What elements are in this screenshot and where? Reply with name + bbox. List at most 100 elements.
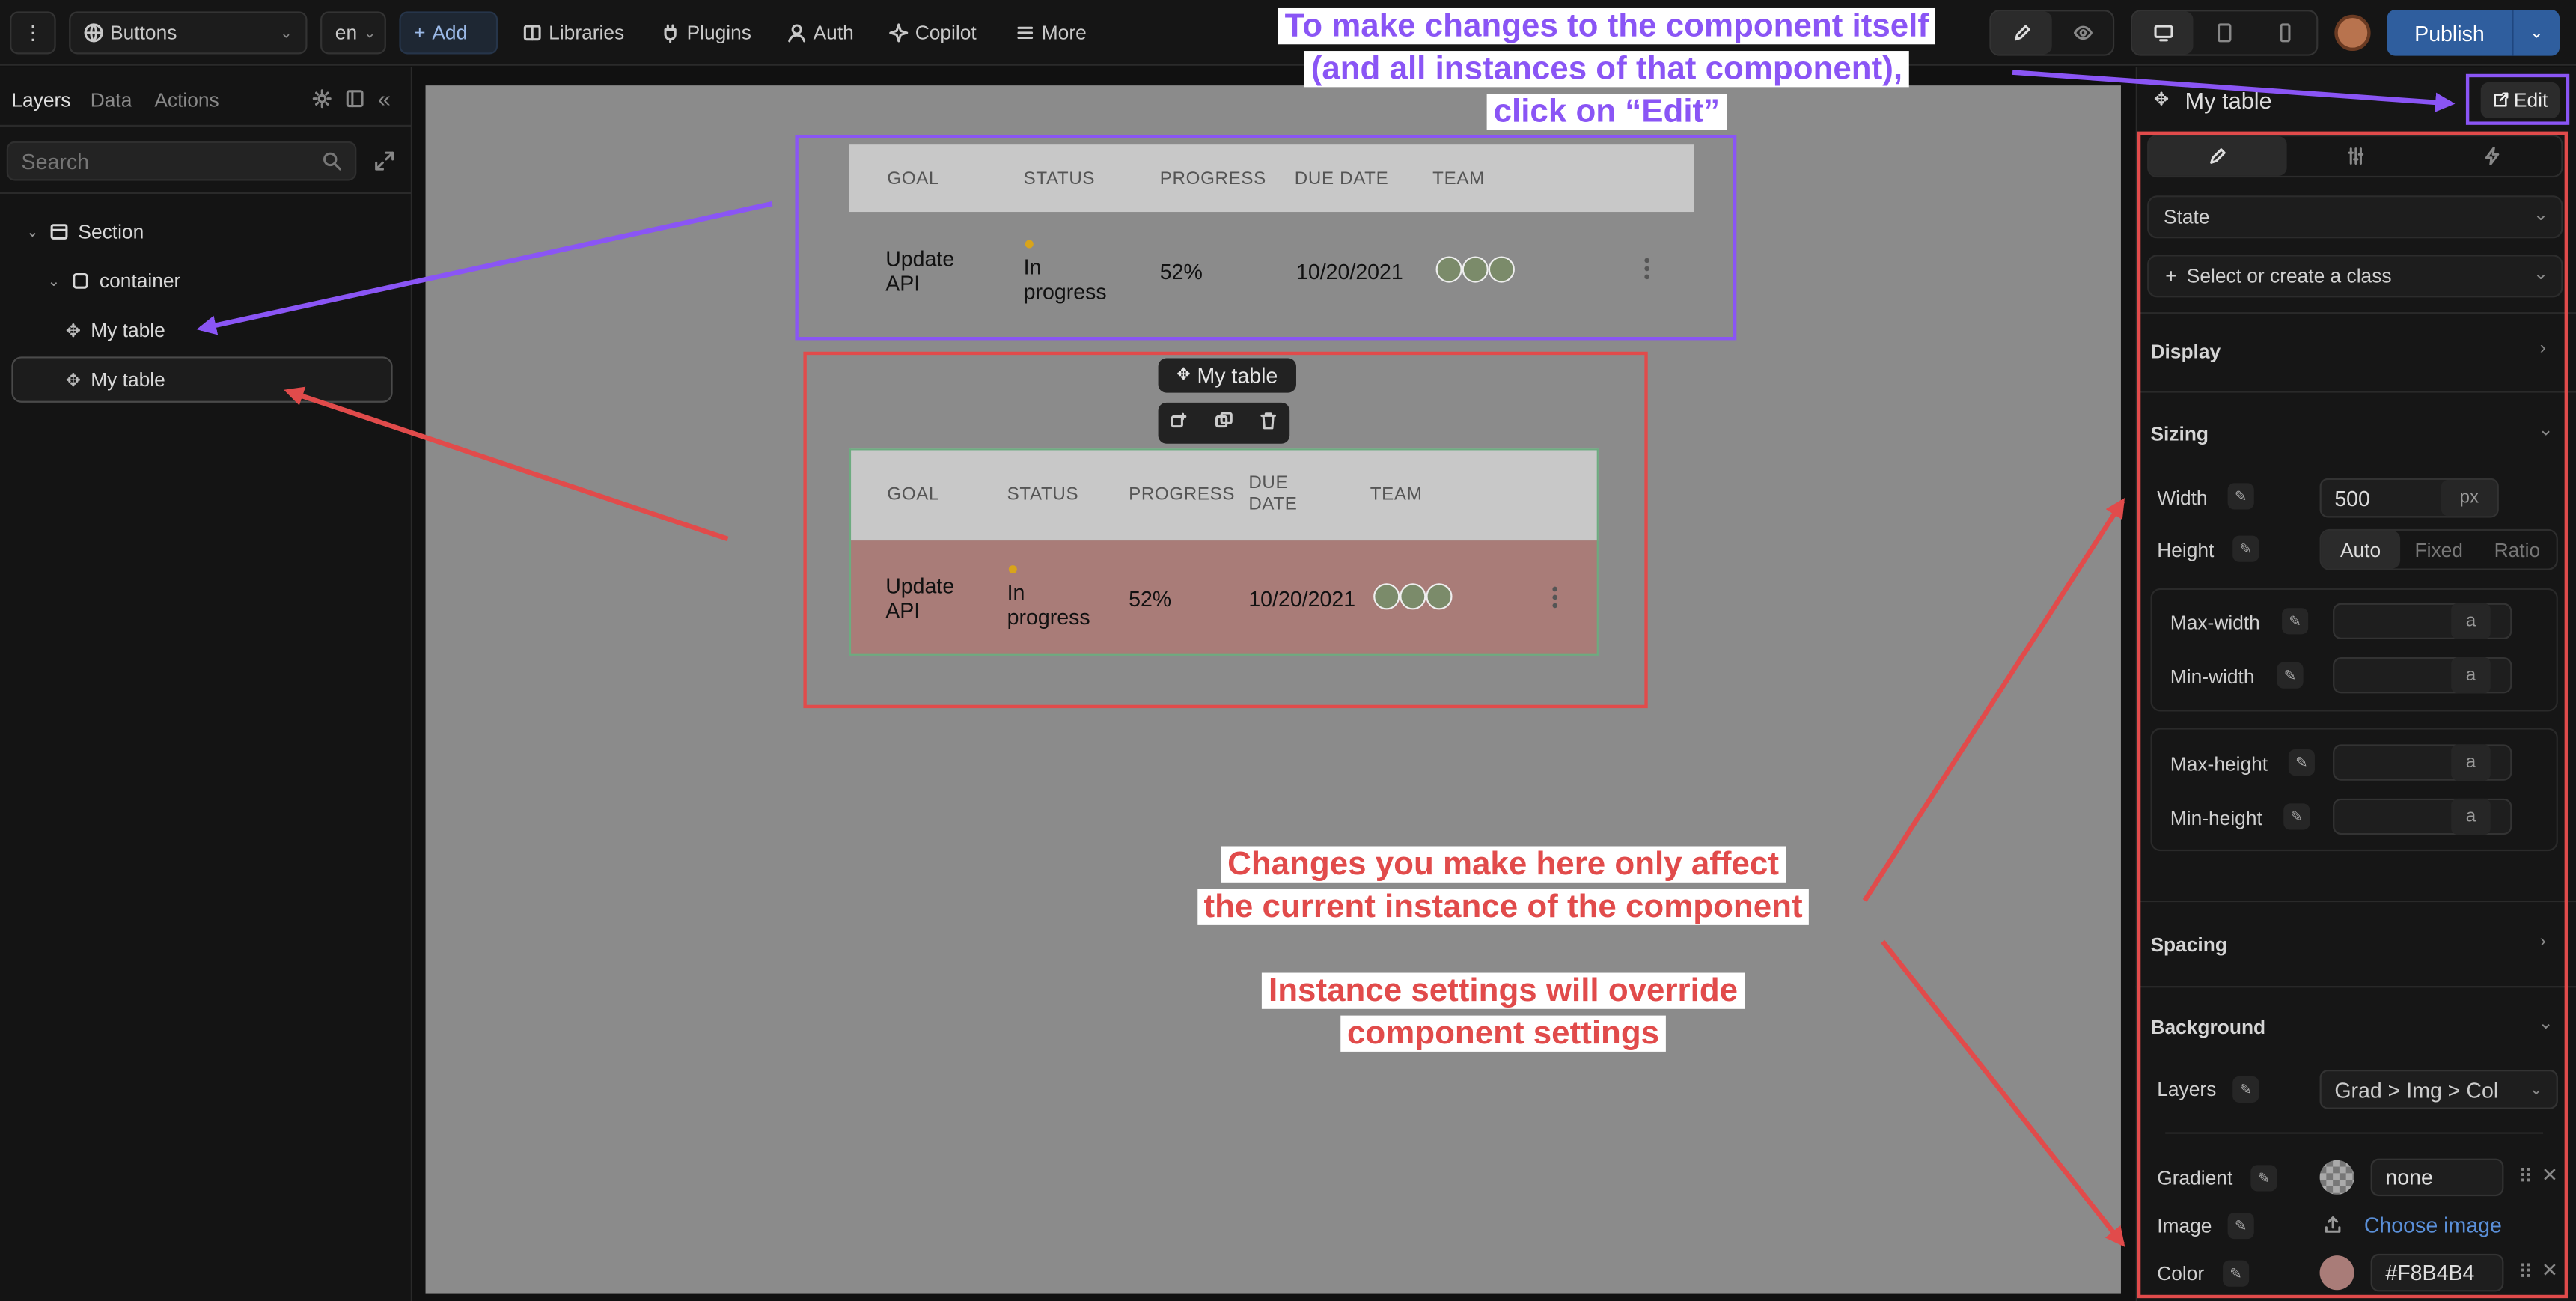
eye-icon bbox=[2072, 25, 2092, 40]
divider bbox=[0, 192, 412, 195]
collapse-panel-icon[interactable]: « bbox=[378, 85, 391, 112]
layer-my-table-component[interactable]: ✥ My table bbox=[66, 312, 165, 348]
auth-button[interactable]: Auth bbox=[787, 11, 854, 54]
tablet-icon bbox=[2217, 23, 2232, 43]
annotation-instance-note: Changes you make here only affect the cu… bbox=[1117, 843, 1890, 928]
tab-layers[interactable]: Layers bbox=[11, 89, 70, 112]
annotation-line: the current instance of the component bbox=[1197, 889, 1810, 925]
copilot-label: Copilot bbox=[915, 21, 977, 45]
language-value: en bbox=[335, 21, 358, 45]
cell-due-date: 10/20/2021 bbox=[1248, 586, 1356, 612]
column-header-status: STATUS bbox=[1007, 484, 1079, 505]
team-avatar bbox=[1426, 583, 1453, 610]
annotation-line: click on “Edit” bbox=[1486, 94, 1727, 130]
annotation-box-edit bbox=[2465, 73, 2570, 125]
libraries-label: Libraries bbox=[549, 21, 625, 45]
team-avatar bbox=[1400, 583, 1426, 610]
chevron-down-icon: ⌄ bbox=[26, 222, 39, 240]
selection-label: ✥ My table bbox=[1158, 358, 1296, 393]
project-select[interactable]: Buttons ⌄ bbox=[69, 11, 308, 55]
layer-container[interactable]: ⌄ container bbox=[48, 263, 181, 299]
auth-label: Auth bbox=[813, 21, 854, 45]
divider bbox=[0, 124, 412, 127]
publish-button[interactable]: Publish ⌄ bbox=[2387, 10, 2560, 56]
column-header-team: TEAM bbox=[1370, 484, 1423, 505]
column-header-goal: GOAL bbox=[887, 484, 940, 505]
duplicate-icon[interactable] bbox=[1214, 411, 1233, 436]
user-icon bbox=[788, 24, 806, 43]
cell-status: In progress bbox=[1007, 579, 1090, 630]
gear-icon[interactable] bbox=[312, 89, 332, 114]
annotation-line: Instance settings will override bbox=[1262, 972, 1745, 1009]
desktop-breakpoint-button[interactable] bbox=[2132, 11, 2194, 55]
trash-icon[interactable] bbox=[1258, 411, 1278, 436]
tab-actions[interactable]: Actions bbox=[154, 89, 219, 112]
desktop-icon bbox=[2153, 25, 2173, 42]
team-avatar bbox=[1373, 583, 1400, 610]
component-icon: ✥ bbox=[65, 321, 82, 341]
annotation-box-instance-settings bbox=[2137, 131, 2569, 1299]
add-button[interactable]: + Add bbox=[399, 11, 498, 55]
add-label: Add bbox=[432, 21, 468, 45]
libraries-button[interactable]: Libraries bbox=[522, 11, 624, 54]
more-label: More bbox=[1041, 21, 1087, 45]
plug-icon bbox=[664, 24, 677, 43]
selection-label-text: My table bbox=[1197, 363, 1278, 389]
panel-layout-icon[interactable] bbox=[345, 89, 364, 114]
globe-icon bbox=[84, 23, 103, 43]
layer-label: Section bbox=[78, 220, 144, 243]
column-header-due: DUE bbox=[1248, 473, 1289, 493]
language-select[interactable]: en ⌄ bbox=[320, 11, 386, 55]
annotation-override-note: Instance settings will override componen… bbox=[1117, 969, 1890, 1055]
chevron-down-icon: ⌄ bbox=[280, 23, 293, 40]
layer-label: My table bbox=[91, 318, 165, 342]
annotation-line: Changes you make here only affect bbox=[1221, 846, 1786, 883]
preview-mode-button[interactable] bbox=[2052, 11, 2113, 54]
annotation-edit-note: To make changes to the component itself … bbox=[1229, 5, 1985, 133]
cell-progress: 52% bbox=[1129, 586, 1172, 612]
publish-label: Publish bbox=[2414, 20, 2485, 46]
main-menu-button[interactable]: ⋮ bbox=[10, 11, 56, 55]
layers-search[interactable] bbox=[6, 141, 357, 181]
plugins-button[interactable]: Plugins bbox=[660, 11, 751, 54]
chevron-down-icon: ⌄ bbox=[47, 272, 61, 289]
detach-icon[interactable] bbox=[1171, 411, 1190, 436]
component-icon: ✥ bbox=[2153, 90, 2170, 111]
layer-my-table-instance[interactable]: ✥ My table bbox=[66, 362, 165, 397]
kebab-icon: ⋮ bbox=[22, 21, 43, 45]
mobile-breakpoint-button[interactable] bbox=[2255, 11, 2316, 54]
mode-toggle bbox=[1989, 10, 2115, 56]
row-menu-icon[interactable] bbox=[1552, 586, 1559, 612]
selection-toolbar bbox=[1158, 402, 1290, 444]
sparkle-icon bbox=[889, 23, 909, 43]
plus-icon: + bbox=[414, 21, 426, 45]
expand-icon[interactable] bbox=[374, 151, 394, 176]
component-icon: ✥ bbox=[65, 371, 82, 391]
cell-goal: Update API bbox=[885, 573, 955, 623]
panel-title: My table bbox=[2185, 87, 2272, 114]
container-icon bbox=[72, 273, 88, 289]
left-panel: Layers Data Actions « ⌄ Section ⌄ contai… bbox=[0, 67, 412, 1301]
annotation-line: component settings bbox=[1340, 1015, 1666, 1052]
more-button[interactable]: More bbox=[1016, 11, 1087, 54]
layer-section[interactable]: ⌄ Section bbox=[26, 213, 144, 249]
copilot-button[interactable]: Copilot bbox=[889, 11, 977, 54]
breakpoint-toggle bbox=[2131, 10, 2319, 56]
pencil-icon bbox=[2013, 25, 2030, 41]
book-icon bbox=[523, 25, 541, 41]
project-name: Buttons bbox=[110, 21, 177, 45]
tab-data[interactable]: Data bbox=[91, 89, 132, 112]
annotation-line: To make changes to the component itself bbox=[1278, 7, 1935, 44]
chevron-down-icon: ⌄ bbox=[363, 23, 376, 40]
status-dot bbox=[1008, 565, 1017, 574]
search-input[interactable] bbox=[21, 148, 317, 174]
edit-mode-button[interactable] bbox=[1991, 11, 2052, 55]
tablet-breakpoint-button[interactable] bbox=[2194, 11, 2255, 54]
publish-dropdown-icon[interactable]: ⌄ bbox=[2512, 10, 2560, 56]
avatar[interactable] bbox=[2334, 14, 2371, 52]
search-icon bbox=[323, 152, 341, 171]
layer-label: My table bbox=[91, 368, 165, 391]
layer-label: container bbox=[99, 269, 181, 293]
annotation-line: (and all instances of that component), bbox=[1304, 51, 1909, 88]
annotation-box-component bbox=[795, 135, 1737, 341]
